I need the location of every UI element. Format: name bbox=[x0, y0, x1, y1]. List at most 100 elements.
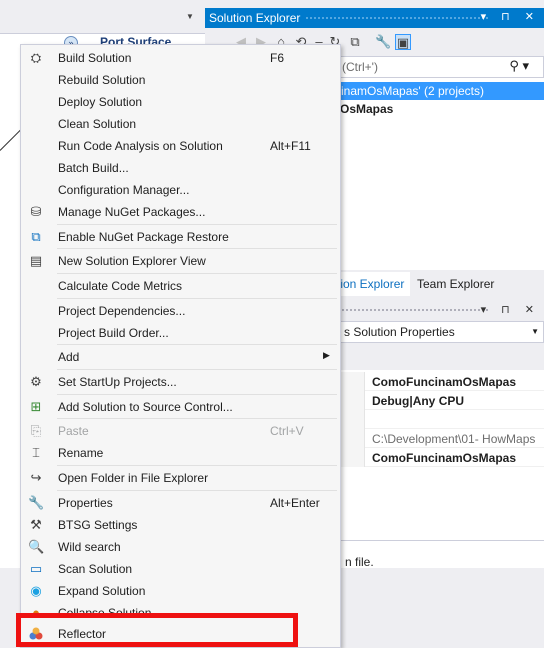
tab-solution-explorer[interactable]: tion Explorer bbox=[335, 272, 411, 296]
menu-item-add-to-source-control[interactable]: ⊞ Add Solution to Source Control... bbox=[21, 396, 340, 418]
menu-separator bbox=[57, 465, 337, 466]
menu-item-label: Open Folder in File Explorer bbox=[58, 471, 209, 485]
menu-separator bbox=[57, 369, 337, 370]
menu-item-add[interactable]: Add ▶ bbox=[21, 346, 340, 368]
menu-item-configuration-manager[interactable]: Configuration Manager... bbox=[21, 179, 340, 201]
search-icon: 🔍 bbox=[28, 539, 45, 554]
preview-selected-icon[interactable]: ▣ bbox=[395, 34, 411, 50]
menu-item-label: Add bbox=[58, 350, 80, 364]
menu-separator bbox=[57, 490, 337, 491]
menu-item-scan-solution[interactable]: ▭ Scan Solution bbox=[21, 558, 340, 580]
rename-icon: ⌶ bbox=[32, 445, 40, 460]
menu-item-label: Calculate Code Metrics bbox=[58, 279, 183, 293]
menu-separator bbox=[57, 273, 337, 274]
solution-explorer-titlebar: Solution Explorer ▾ ⊓ ✕ bbox=[205, 8, 544, 28]
solution-context-menu: ⛭ Build Solution F6 Rebuild Solution Dep… bbox=[20, 44, 341, 648]
collapse-all-icon[interactable]: ⧉ bbox=[347, 34, 363, 50]
menu-item-label: Clean Solution bbox=[58, 117, 137, 131]
annotation-highlight-box bbox=[16, 613, 298, 647]
build-icon: ⛭ bbox=[30, 50, 42, 65]
menu-item-shortcut: Alt+F11 bbox=[270, 139, 311, 153]
window-buttons[interactable]: ▾ ⊓ ✕ bbox=[481, 10, 540, 23]
menu-item-label: Build Solution bbox=[58, 51, 132, 65]
search-placeholder: (Ctrl+') bbox=[342, 60, 378, 74]
menu-item-label: Configuration Manager... bbox=[58, 183, 190, 197]
menu-item-label: Add Solution to Source Control... bbox=[58, 400, 233, 414]
gear-icon: ⚙ bbox=[30, 374, 42, 389]
menu-item-manage-nuget[interactable]: ⛁ Manage NuGet Packages... bbox=[21, 201, 340, 223]
menu-item-deploy-solution[interactable]: Deploy Solution bbox=[21, 91, 340, 113]
menu-item-open-folder[interactable]: ↪ Open Folder in File Explorer bbox=[21, 467, 340, 489]
solution-explorer-title: Solution Explorer bbox=[209, 11, 301, 25]
wrench-icon: 🔧 bbox=[28, 495, 45, 510]
properties-wrench-icon[interactable]: 🔧 bbox=[375, 34, 391, 50]
grip-dots[interactable] bbox=[305, 16, 489, 21]
menu-item-enable-nuget-restore[interactable]: ⧉ Enable NuGet Package Restore bbox=[21, 226, 340, 248]
menu-item-properties[interactable]: 🔧 Properties Alt+Enter bbox=[21, 492, 340, 514]
eye-icon: ◉ bbox=[30, 583, 42, 598]
new-view-icon: ▤ bbox=[29, 253, 43, 268]
property-value: Debug|Any CPU bbox=[372, 394, 465, 408]
solution-node[interactable]: cinamOsMapas' (2 projects) bbox=[335, 82, 544, 100]
menu-item-build-solution[interactable]: ⛭ Build Solution F6 bbox=[21, 47, 340, 69]
menu-item-btsg-settings[interactable]: ⚒ BTSG Settings bbox=[21, 514, 340, 536]
menu-separator bbox=[57, 394, 337, 395]
paste-icon: ⎘ bbox=[30, 423, 42, 438]
menu-item-expand-solution[interactable]: ◉ Expand Solution bbox=[21, 580, 340, 602]
scan-icon: ▭ bbox=[29, 561, 43, 576]
menu-item-label: Project Dependencies... bbox=[58, 304, 186, 318]
menu-item-batch-build[interactable]: Batch Build... bbox=[21, 157, 340, 179]
menu-item-project-build-order[interactable]: Project Build Order... bbox=[21, 322, 340, 344]
menu-item-shortcut: F6 bbox=[270, 51, 285, 65]
menu-item-clean-solution[interactable]: Clean Solution bbox=[21, 113, 340, 135]
submenu-arrow-icon: ▶ bbox=[323, 350, 330, 360]
property-value: ComoFuncinamOsMapas bbox=[372, 375, 517, 389]
designer-toolbar: ▼ bbox=[0, 0, 205, 34]
menu-item-label: Rebuild Solution bbox=[58, 73, 146, 87]
menu-item-new-solution-explorer-view[interactable]: ▤ New Solution Explorer View bbox=[21, 250, 340, 272]
menu-item-project-dependencies[interactable]: Project Dependencies... bbox=[21, 300, 340, 322]
menu-item-paste: ⎘ Paste Ctrl+V bbox=[21, 420, 340, 442]
project-node[interactable]: OsMapas bbox=[340, 102, 393, 116]
menu-item-label: Expand Solution bbox=[58, 584, 146, 598]
menu-item-shortcut: Alt+Enter bbox=[270, 496, 320, 510]
window-buttons[interactable]: ▾ ⊓ ✕ bbox=[481, 303, 540, 316]
menu-item-label: Wild search bbox=[58, 540, 121, 554]
property-value: C:\Development\01- HowMaps bbox=[372, 432, 536, 446]
chevron-down-icon[interactable]: ▼ bbox=[186, 12, 194, 21]
tools-icon: ⚒ bbox=[30, 517, 42, 532]
menu-item-label: BTSG Settings bbox=[58, 518, 138, 532]
menu-item-label: Properties bbox=[58, 496, 113, 510]
search-icon[interactable]: ⚲ ▾ bbox=[509, 58, 529, 74]
menu-item-wild-search[interactable]: 🔍 Wild search bbox=[21, 536, 340, 558]
properties-object-label: s Solution Properties bbox=[344, 325, 455, 339]
menu-item-label: Batch Build... bbox=[58, 161, 129, 175]
menu-item-set-startup-projects[interactable]: ⚙ Set StartUp Projects... bbox=[21, 371, 340, 393]
menu-item-rename[interactable]: ⌶ Rename bbox=[21, 442, 340, 464]
grip-dots[interactable] bbox=[325, 308, 489, 313]
menu-separator bbox=[57, 344, 337, 345]
menu-item-label: Rename bbox=[58, 446, 104, 460]
menu-item-label: Scan Solution bbox=[58, 562, 133, 576]
menu-item-label: Run Code Analysis on Solution bbox=[58, 139, 223, 153]
description-text: n file. bbox=[345, 555, 374, 569]
menu-item-run-code-analysis[interactable]: Run Code Analysis on Solution Alt+F11 bbox=[21, 135, 340, 157]
menu-separator bbox=[57, 418, 337, 419]
menu-item-label: Set StartUp Projects... bbox=[58, 375, 177, 389]
menu-item-label: Deploy Solution bbox=[58, 95, 143, 109]
menu-item-label: Paste bbox=[58, 424, 89, 438]
source-control-icon: ⊞ bbox=[30, 399, 42, 414]
menu-separator bbox=[57, 224, 337, 225]
tab-team-explorer[interactable]: Team Explorer bbox=[417, 277, 494, 291]
menu-item-label: Enable NuGet Package Restore bbox=[58, 230, 229, 244]
chevron-down-icon[interactable]: ▼ bbox=[531, 327, 539, 336]
menu-item-label: Manage NuGet Packages... bbox=[58, 205, 206, 219]
menu-item-rebuild-solution[interactable]: Rebuild Solution bbox=[21, 69, 340, 91]
menu-item-label: Project Build Order... bbox=[58, 326, 169, 340]
menu-separator bbox=[57, 248, 337, 249]
menu-item-label: New Solution Explorer View bbox=[58, 254, 206, 268]
menu-separator bbox=[57, 298, 337, 299]
property-value: ComoFuncinamOsMapas bbox=[372, 451, 517, 465]
menu-item-calculate-code-metrics[interactable]: Calculate Code Metrics bbox=[21, 275, 340, 297]
open-folder-icon: ↪ bbox=[30, 470, 42, 485]
